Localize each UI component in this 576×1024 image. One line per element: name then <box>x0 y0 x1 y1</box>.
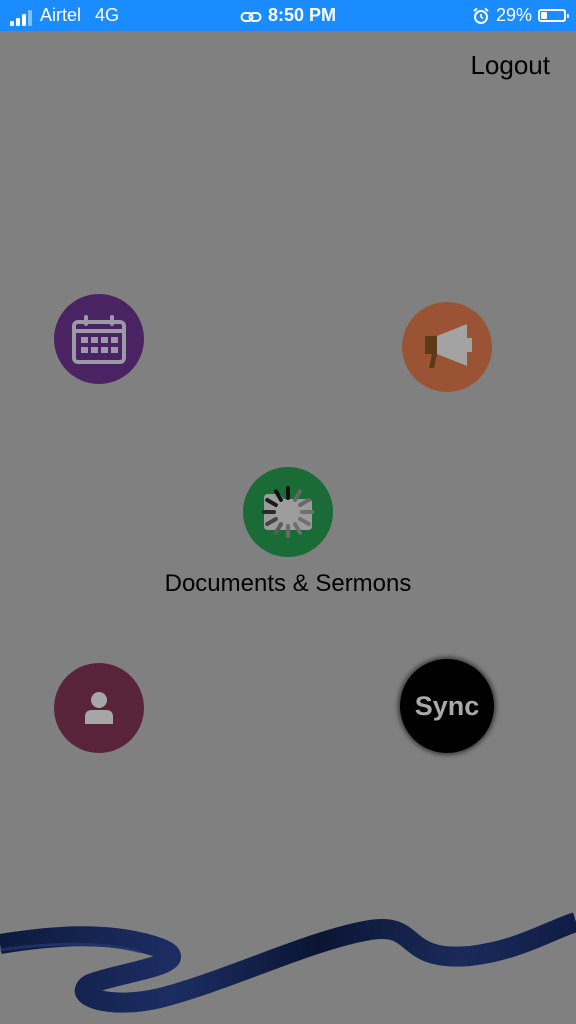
user-icon <box>85 692 113 724</box>
calendar-button[interactable] <box>54 294 144 384</box>
sync-button[interactable]: Sync <box>400 659 494 753</box>
battery-percent: 29% <box>495 5 532 25</box>
announcements-button[interactable] <box>402 302 492 392</box>
logout-button[interactable]: Logout <box>470 50 550 81</box>
link-icon <box>240 12 262 22</box>
clock: 8:50 PM <box>267 5 337 25</box>
alarm-icon <box>473 7 489 24</box>
sync-label: Sync <box>414 690 480 721</box>
ribbon-decoration <box>0 912 576 1013</box>
documents-label: Documents & Sermons <box>164 570 412 597</box>
loading-spinner <box>262 486 314 538</box>
megaphone-icon <box>425 324 472 368</box>
calendar-icon <box>72 315 126 364</box>
battery-icon <box>538 9 569 22</box>
status-right: 29% <box>472 5 569 26</box>
profile-button[interactable] <box>54 663 144 753</box>
status-bar: Airtel 4G 8:50 PM 29% <box>0 0 576 31</box>
